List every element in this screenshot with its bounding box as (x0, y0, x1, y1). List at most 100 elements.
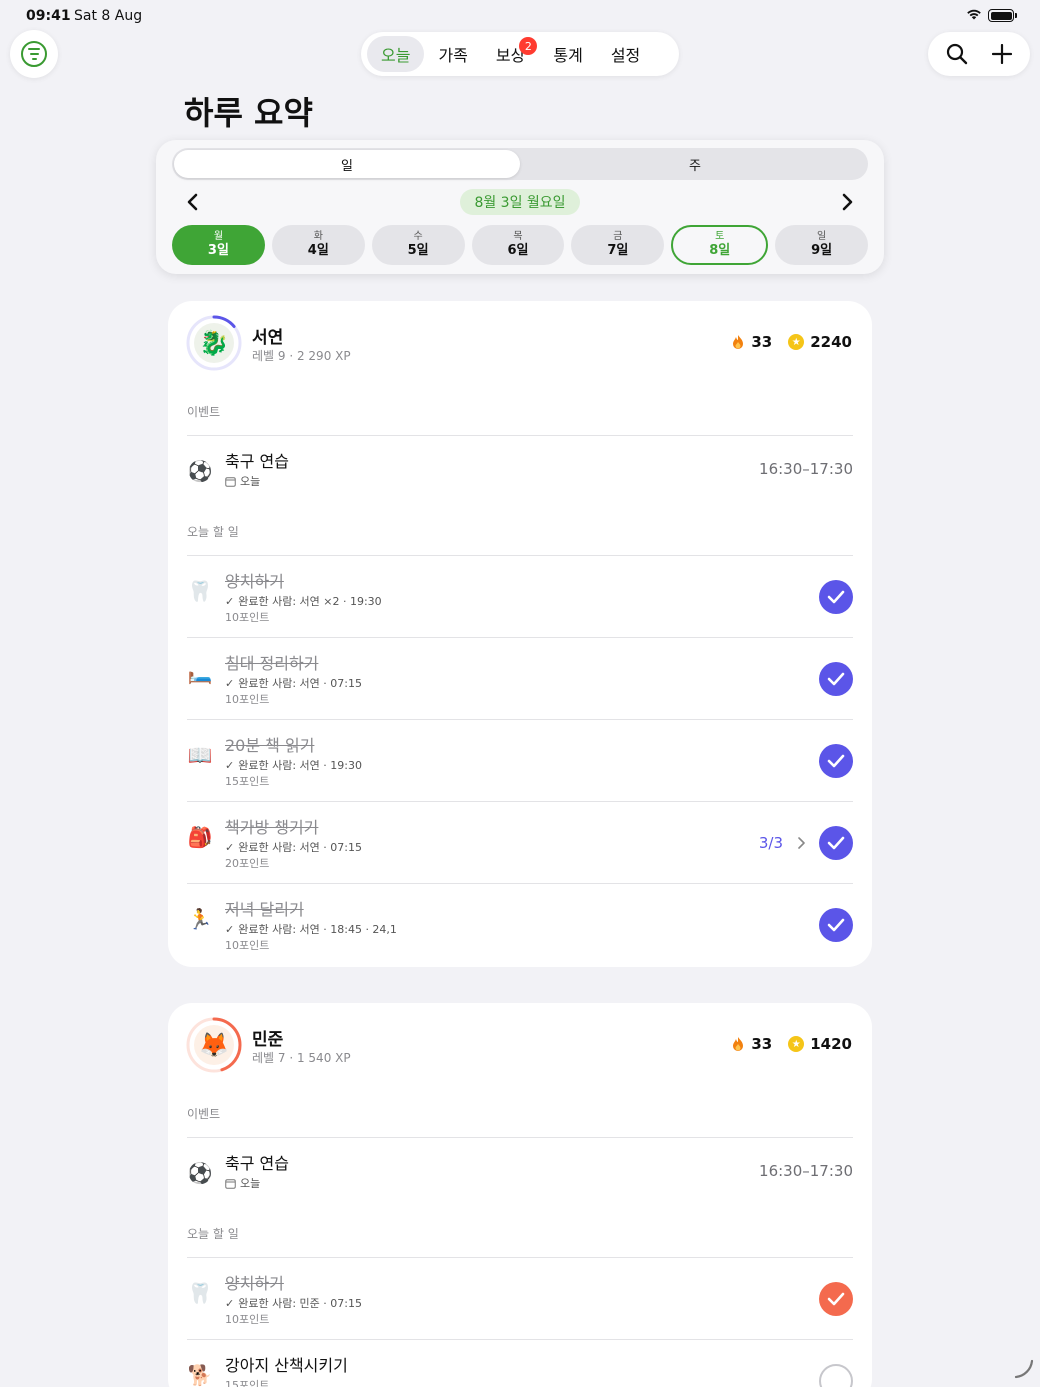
task-complete-toggle[interactable] (819, 744, 853, 778)
day-date: 5일 (407, 243, 429, 258)
completed-check-icon: ✓ (225, 594, 235, 608)
day-chip-sat[interactable]: 토 8일 (671, 225, 769, 265)
subtask-progress-count: 3/3 (758, 834, 783, 852)
backpack-icon: 🎒 (187, 825, 213, 849)
event-row[interactable]: ⚽ 축구 연습 오늘 16:30–17:30 (187, 1138, 853, 1220)
day-chip-sun[interactable]: 일 9일 (775, 225, 869, 265)
task-title: 양치하기 (225, 1274, 284, 1293)
task-points: 10포인트 (225, 1313, 270, 1326)
task-complete-toggle[interactable] (819, 1364, 853, 1387)
member-stats: 33 ★ 2240 (731, 333, 852, 351)
status-date: Sat 8 Aug (74, 8, 143, 24)
task-title: 저녁 달리기 (225, 900, 304, 919)
search-button[interactable] (937, 34, 977, 74)
status-time: 09:41 (26, 8, 71, 24)
tab-stats-label: 통계 (553, 46, 583, 65)
current-date-label[interactable]: 8월 3일 월요일 (460, 189, 580, 215)
day-name: 월 (213, 231, 224, 242)
member-card-minjun: 🦊 민준 레벨 7 · 1 540 XP 33 ★ 1420 이벤트 ⚽ 축구 … (168, 1003, 872, 1387)
day-chip-fri[interactable]: 금 7일 (571, 225, 665, 265)
task-meta: ✓ 완료한 사람: 서연 · 07:15 (225, 839, 362, 855)
task-row[interactable]: 🎒 책가방 챙기기 ✓ 완료한 사람: 서연 · 07:15 20포인트 3/3 (187, 802, 853, 884)
completed-check-icon: ✓ (225, 1296, 235, 1310)
task-title: 책가방 챙기기 (225, 818, 319, 837)
streak-count: 33 (751, 1035, 773, 1053)
task-title: 20분 책 읽기 (225, 736, 315, 755)
task-row[interactable]: 📖 20분 책 읽기 ✓ 완료한 사람: 서연 · 19:30 15포인트 (187, 720, 853, 802)
next-day-button[interactable] (836, 190, 860, 214)
filter-button[interactable] (10, 30, 58, 78)
task-title: 양치하기 (225, 572, 284, 591)
task-row[interactable]: 🏃 저녁 달리기 ✓ 완료한 사람: 서연 · 18:45 · 24,1 10포인… (187, 884, 853, 966)
status-bar: 09:41 Sat 8 Aug (0, 0, 1040, 30)
day-chip-mon[interactable]: 월 3일 (172, 225, 265, 265)
flame-icon (733, 1037, 744, 1051)
checkmark-icon (827, 918, 845, 932)
task-meta: ✓ 완료한 사람: 서연 · 18:45 · 24,1 (225, 921, 397, 937)
task-points: 10포인트 (225, 693, 270, 706)
tab-settings-label: 설정 (610, 46, 641, 65)
tab-today-label: 오늘 (381, 46, 411, 65)
member-stats: 33 ★ 1420 (731, 1035, 852, 1053)
tab-family-label: 가족 (438, 46, 468, 65)
day-name: 목 (513, 231, 523, 242)
runner-icon: 🏃 (187, 907, 213, 931)
calendar-icon (225, 1178, 236, 1189)
completed-check-icon: ✓ (225, 922, 235, 936)
streak-count: 33 (751, 333, 773, 351)
coin-icon: ★ (788, 1036, 805, 1052)
task-complete-toggle[interactable] (819, 908, 853, 942)
avatar-emoji: 🦊 (194, 1025, 234, 1065)
checkmark-icon (827, 590, 845, 604)
day-chip-tue[interactable]: 화 4일 (271, 225, 365, 265)
day-date: 6일 (507, 243, 529, 258)
task-row[interactable]: 🐕 강아지 산책시키기 15포인트 (187, 1340, 853, 1387)
task-meta: ✓ 완료한 사람: 서연 · 07:15 (225, 675, 362, 691)
event-meta: 오늘 (225, 1175, 260, 1191)
avatar[interactable]: 🐉 (186, 315, 242, 371)
page-title: 하루 요약 (184, 94, 313, 132)
previous-day-button[interactable] (180, 190, 204, 214)
tab-settings[interactable]: 설정 (597, 36, 654, 72)
tab-today[interactable]: 오늘 (367, 36, 425, 72)
search-icon (946, 43, 967, 65)
task-row[interactable]: 🛏️ 침대 정리하기 ✓ 완료한 사람: 서연 · 07:15 10포인트 (187, 638, 853, 720)
task-complete-toggle[interactable] (819, 1282, 853, 1316)
task-row[interactable]: 🦷 양치하기 ✓ 완료한 사람: 민준 · 07:15 10포인트 (187, 1258, 853, 1340)
completed-check-icon: ✓ (225, 676, 235, 690)
task-complete-toggle[interactable] (819, 826, 853, 860)
avatar[interactable]: 🦊 (186, 1017, 242, 1073)
segment-day[interactable]: 일 (174, 150, 520, 178)
tab-rewards[interactable]: 보상 2 (482, 36, 539, 72)
subtask-progress[interactable]: 3/3 (759, 834, 805, 852)
task-complete-toggle[interactable] (819, 580, 853, 614)
checkmark-icon (827, 754, 845, 768)
task-points: 20포인트 (225, 857, 270, 870)
task-title: 침대 정리하기 (225, 654, 319, 673)
day-chip-wed[interactable]: 수 5일 (371, 225, 465, 265)
event-time: 16:30–17:30 (759, 1162, 853, 1180)
task-title: 강아지 산책시키기 (225, 1356, 348, 1375)
day-chip-thu[interactable]: 목 6일 (471, 225, 565, 265)
bed-icon: 🛏️ (187, 661, 213, 685)
day-date: 9일 (811, 243, 833, 258)
rewards-badge: 2 (519, 37, 538, 55)
add-button[interactable] (982, 34, 1022, 74)
dog-icon: 🐕 (187, 1363, 213, 1387)
segment-week[interactable]: 주 (522, 148, 868, 180)
completed-check-icon: ✓ (225, 758, 235, 772)
calendar-icon (225, 476, 236, 487)
tab-stats[interactable]: 통계 (539, 36, 596, 72)
day-date: 8일 (709, 243, 731, 258)
plus-icon (991, 44, 1012, 64)
day-date: 7일 (607, 243, 629, 258)
checkmark-icon (827, 1292, 845, 1306)
task-completed-by: 완료한 사람: 서연 · 19:30 (238, 759, 362, 772)
task-complete-toggle[interactable] (819, 662, 853, 696)
event-meta: 오늘 (225, 473, 260, 489)
task-meta: ✓ 완료한 사람: 서연 · 19:30 (225, 757, 362, 773)
event-row[interactable]: ⚽ 축구 연습 오늘 16:30–17:30 (187, 436, 853, 518)
tab-family[interactable]: 가족 (424, 36, 481, 72)
task-points: 10포인트 (225, 611, 270, 624)
task-row[interactable]: 🦷 양치하기 ✓ 완료한 사람: 서연 ×2 · 19:30 10포인트 (187, 556, 853, 638)
